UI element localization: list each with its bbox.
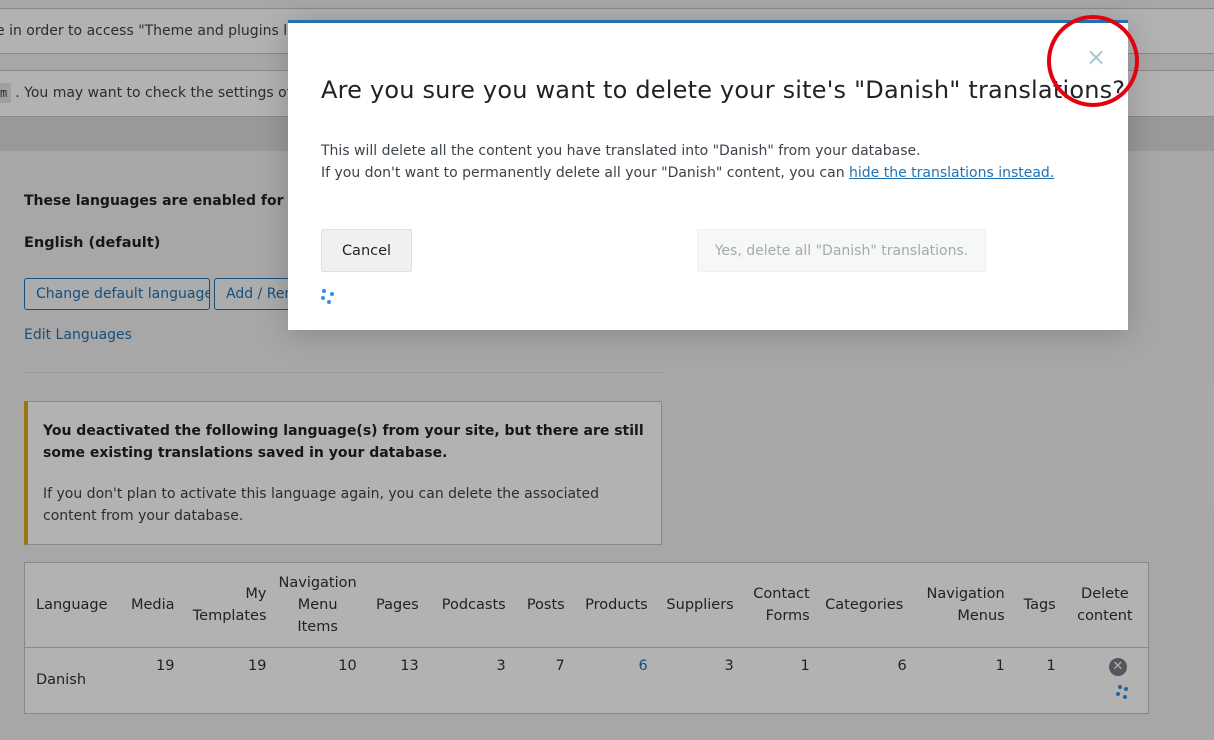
dialog-title: Are you sure you want to delete your sit… <box>321 76 1126 104</box>
loading-spinner-icon <box>321 289 334 304</box>
dialog-body-line1: This will delete all the content you hav… <box>321 143 921 159</box>
close-icon[interactable]: × <box>1085 45 1107 69</box>
delete-translations-dialog: × Are you sure you want to delete your s… <box>288 20 1128 330</box>
confirm-delete-button[interactable]: Yes, delete all "Danish" translations. <box>697 229 986 272</box>
dialog-body: This will delete all the content you hav… <box>321 140 1054 184</box>
dialog-body-line2: If you don't want to permanently delete … <box>321 162 1054 184</box>
cancel-button[interactable]: Cancel <box>321 229 412 272</box>
hide-translations-link[interactable]: hide the translations instead. <box>849 165 1054 181</box>
dialog-body-line2-text: If you don't want to permanently delete … <box>321 165 850 181</box>
